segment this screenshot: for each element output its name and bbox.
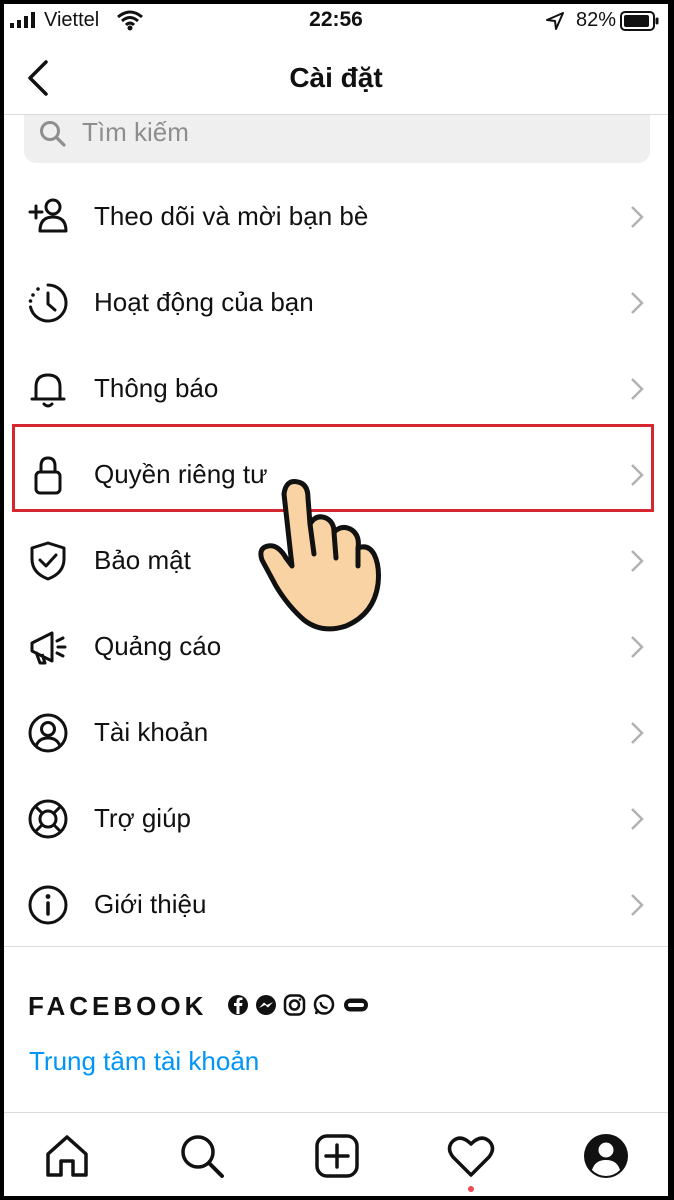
settings-item-follow-invite[interactable]: Theo dõi và mời bạn bè xyxy=(4,174,668,260)
search-placeholder: Tìm kiếm xyxy=(82,117,189,147)
chevron-right-icon xyxy=(631,206,644,228)
chevron-right-icon xyxy=(631,378,644,400)
search-icon[interactable] xyxy=(178,1132,226,1180)
location-arrow-icon xyxy=(546,12,564,30)
info-icon xyxy=(28,885,68,925)
facebook-brand-label: FACEBOOK xyxy=(28,991,208,1021)
settings-item-label: Tài khoản xyxy=(94,717,209,747)
portal-icon xyxy=(344,998,368,1012)
account-circle-icon xyxy=(28,713,68,753)
new-post-icon[interactable] xyxy=(313,1132,361,1180)
search-icon xyxy=(40,121,66,147)
whatsapp-icon xyxy=(313,994,335,1015)
page-title: Cài đặt xyxy=(289,62,383,93)
nav-header: Cài đặt xyxy=(4,42,668,115)
settings-item-label: Thông báo xyxy=(94,373,219,403)
search-input[interactable]: Tìm kiếm xyxy=(24,115,650,163)
chevron-right-icon xyxy=(631,464,644,486)
lifebuoy-icon xyxy=(28,799,68,839)
settings-item-label: Giới thiệu xyxy=(94,889,207,919)
shield-icon xyxy=(30,541,66,581)
chevron-right-icon xyxy=(631,722,644,744)
settings-item-account[interactable]: Tài khoản xyxy=(4,690,668,776)
activity-clock-icon xyxy=(28,283,68,323)
divider xyxy=(4,1112,668,1113)
settings-item-label: Theo dõi và mời bạn bè xyxy=(94,201,369,231)
settings-item-label: Trợ giúp xyxy=(94,803,192,833)
battery-icon xyxy=(620,11,659,31)
instagram-icon xyxy=(283,994,306,1016)
chevron-right-icon xyxy=(631,292,644,314)
settings-item-privacy[interactable]: Quyền riêng tư xyxy=(4,432,668,518)
meta-apps-icons xyxy=(228,994,368,1016)
messenger-icon xyxy=(256,995,276,1015)
chevron-right-icon xyxy=(631,894,644,916)
settings-item-about[interactable]: Giới thiệu xyxy=(4,862,668,948)
add-person-icon xyxy=(28,198,68,233)
settings-item-label: Quyền riêng tư xyxy=(94,459,268,489)
chevron-right-icon xyxy=(631,550,644,572)
notification-dot xyxy=(468,1186,474,1192)
battery-percent: 82% xyxy=(575,9,616,31)
divider xyxy=(4,946,668,947)
bell-icon xyxy=(30,373,66,408)
settings-item-label: Hoạt động của bạn xyxy=(94,287,314,317)
home-icon[interactable] xyxy=(43,1132,91,1180)
settings-item-your-activity[interactable]: Hoạt động của bạn xyxy=(4,260,668,346)
chevron-right-icon xyxy=(631,808,644,830)
settings-item-ads[interactable]: Quảng cáo xyxy=(4,604,668,690)
accounts-center-link[interactable]: Trung tâm tài khoản xyxy=(29,1046,259,1077)
facebook-icon xyxy=(228,995,248,1015)
status-bar: Viettel 22:56 82% xyxy=(4,4,668,40)
settings-item-label: Bảo mật xyxy=(94,545,191,575)
profile-icon[interactable] xyxy=(582,1132,630,1180)
settings-item-notifications[interactable]: Thông báo xyxy=(4,346,668,432)
lock-icon xyxy=(34,456,62,495)
activity-heart-icon[interactable] xyxy=(447,1132,495,1180)
settings-screen: Viettel 22:56 82% Cài đặt Tìm kiếm Theo … xyxy=(4,4,668,1196)
status-time: 22:56 xyxy=(309,8,363,31)
chevron-right-icon xyxy=(631,636,644,658)
settings-item-security[interactable]: Bảo mật xyxy=(4,518,668,604)
settings-item-label: Quảng cáo xyxy=(94,631,222,661)
settings-item-help[interactable]: Trợ giúp xyxy=(4,776,668,862)
megaphone-icon xyxy=(30,631,67,665)
